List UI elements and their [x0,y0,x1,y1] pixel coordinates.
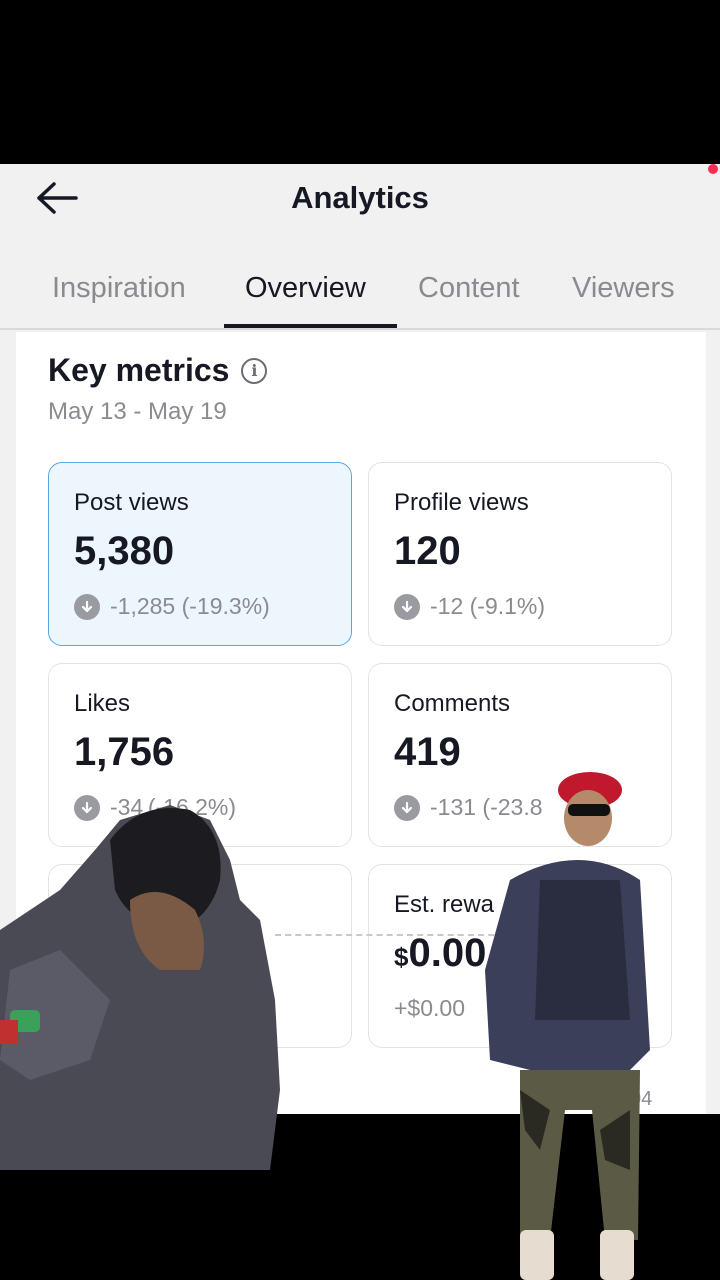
tab-overview[interactable]: Overview [245,272,366,305]
metric-value: 5,380 [74,529,175,573]
tab-content[interactable]: Content [418,272,520,305]
arrow-down-circle-icon [74,593,100,620]
metric-value: $0.00 [394,931,486,976]
section-heading: Key metrics i [48,352,268,389]
date-range: May 13 - May 19 [48,398,227,425]
metric-value: 120 [394,529,461,573]
info-icon[interactable]: i [241,357,268,384]
tab-viewers[interactable]: Viewers [572,272,675,305]
metric-label: Post views [74,489,189,516]
soldier-image [485,772,650,1280]
metric-label: Profile views [394,489,529,516]
metric-label: Comments [394,690,511,717]
page-title: Analytics [291,180,429,215]
metric-change: -12 (-9.1%) [394,593,545,620]
metric-card-post-views[interactable]: Post views 5,380 -1,285 (-19.3%) [48,462,352,646]
metric-label: Likes [74,690,131,717]
metric-value-number: 0.00 [408,931,487,975]
metric-card-profile-views[interactable]: Profile views 120 -12 (-9.1%) [368,462,672,646]
header: Analytics [0,164,720,240]
metric-value: 1,756 [74,730,175,774]
active-tab-indicator [224,324,397,328]
metric-change: +$0.00 [394,995,465,1022]
metric-value: 419 [394,730,461,774]
person-sitting-image [0,805,280,1170]
metric-change: -1,285 (-19.3%) [74,593,270,620]
metric-change-text: -12 (-9.1%) [430,593,546,619]
top-letterbox [0,0,720,164]
tab-inspiration[interactable]: Inspiration [52,272,186,305]
arrow-down-circle-icon [394,794,420,821]
metric-change-text: -1,285 (-19.3%) [110,593,270,619]
tab-bar: Inspiration Overview Content Viewers [0,258,720,330]
currency-symbol: $ [394,942,409,972]
key-metrics-title: Key metrics [48,352,230,388]
arrow-down-circle-icon [394,593,420,620]
metric-change-text: +$0.00 [394,995,465,1021]
